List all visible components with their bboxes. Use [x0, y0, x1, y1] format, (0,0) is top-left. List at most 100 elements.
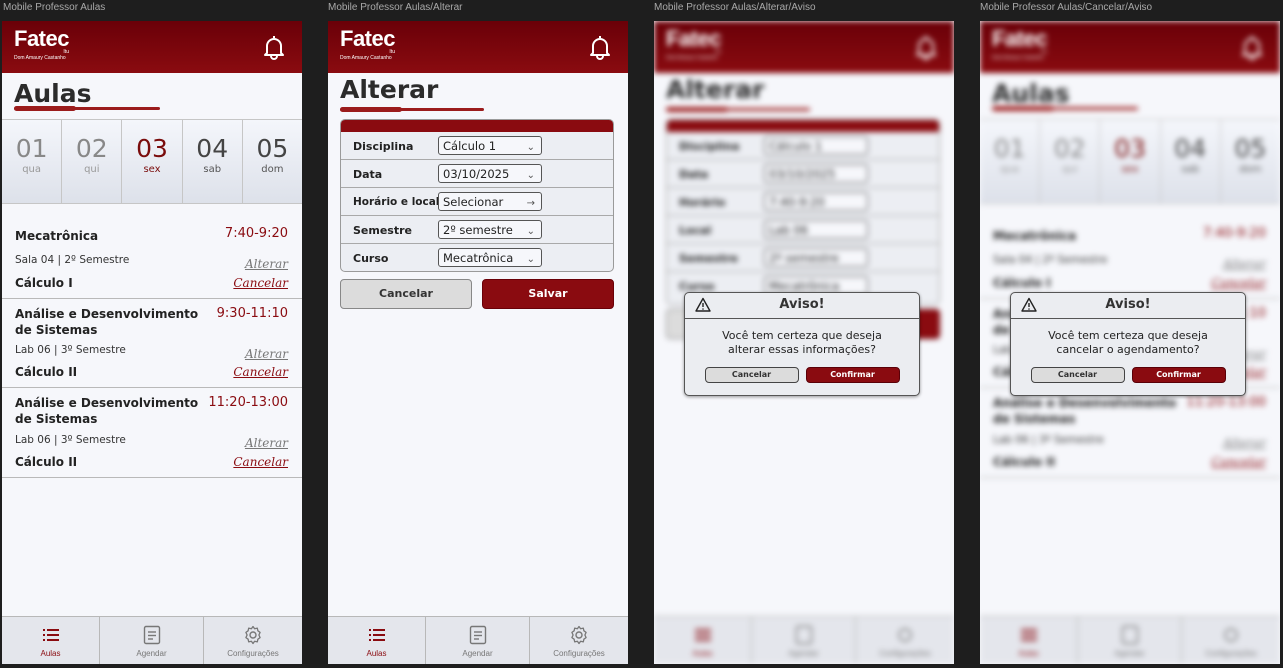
list-icon — [1020, 629, 1037, 641]
confirm-dialog: Aviso! Você tem certeza que deseja cancel… — [1010, 292, 1246, 396]
bell-icon[interactable] — [588, 34, 612, 60]
course-name: Análise e Desenvolvimentode Sistemas — [15, 307, 199, 337]
bell-icon[interactable] — [262, 34, 286, 60]
subject-name: Cálculo I — [993, 276, 1051, 290]
save-button[interactable]: Salvar — [482, 279, 614, 309]
title-underline — [666, 107, 810, 112]
alter-link[interactable]: Alterar — [245, 257, 288, 271]
gear-icon — [1224, 628, 1238, 642]
cancel-link[interactable]: Cancelar — [233, 365, 288, 379]
dialog-message: Você tem certeza que deseja alterar essas… — [722, 329, 882, 356]
class-time: 7:40-9:20 — [224, 226, 288, 241]
semestre-select[interactable]: 2º semestre ⌄ — [438, 220, 542, 239]
page-title: Alterar — [340, 75, 439, 104]
day-item-selected[interactable]: 03 sex — [122, 120, 183, 203]
list-icon — [368, 629, 385, 641]
day-selector: 01 qua 02 qui 03 sex 04 sab 05 dom — [2, 119, 302, 204]
day-item-selected: 03 sex — [1100, 120, 1161, 203]
bell-icon — [1242, 36, 1262, 60]
nav-config[interactable]: Configurações — [530, 617, 628, 664]
fatec-logo: Fatec Itu Dom Amaury Castanho — [340, 26, 395, 62]
data-select: 03/10/2025 — [764, 164, 868, 183]
form-row: Disciplina Cálculo 1 — [667, 132, 939, 160]
disciplina-select: Cálculo 1 — [764, 136, 868, 155]
local-select: Lab 06 — [764, 220, 868, 239]
cancel-link[interactable]: Cancelar — [233, 455, 288, 469]
cancel-link: Cancelar — [1211, 455, 1266, 469]
day-item: 05 dom — [1220, 120, 1280, 203]
subject-name: Cálculo II — [15, 455, 78, 469]
screen-aulas: Fatec Itu Dom Amaury Castanho Aulas 01 qu… — [2, 21, 302, 664]
dialog-cancel-button[interactable]: Cancelar — [1030, 367, 1125, 383]
day-item: 04 sab — [1160, 120, 1221, 203]
screen-alterar-aviso: Fatec Itu Dom Amaury Castanho Alterar Di… — [654, 21, 954, 664]
class-card: Análise e Desenvolvimentode Sistemas 9:3… — [2, 299, 302, 388]
form-row: Semestre 2º semestre — [667, 244, 939, 272]
fatec-logo: Fatec Itu Dom Amaury Castanho — [666, 26, 721, 62]
bottom-nav: Aulas Agendar Configurações — [980, 616, 1280, 664]
day-selector: 01 qua 02 qui 03 sex 04 sab 05 dom — [980, 119, 1280, 204]
bottom-nav: Aulas Agendar Configurações — [328, 616, 628, 664]
day-item[interactable]: 05 dom — [242, 120, 302, 203]
class-card: Análise e Desenvolvimento de Sistemas 11:… — [980, 388, 1280, 478]
nav-aulas: Aulas — [654, 617, 752, 664]
dialog-cancel-button[interactable]: Cancelar — [704, 367, 799, 383]
warning-icon — [1021, 297, 1037, 312]
dialog-confirm-button[interactable]: Confirmar — [805, 367, 900, 383]
cancel-link: Cancelar — [1211, 276, 1266, 290]
frame-label: Mobile Professor Aulas/Alterar/Aviso — [654, 2, 816, 13]
dialog-message: Você tem certeza que deseja cancelar o ag… — [1048, 329, 1208, 356]
day-item: 01 qua — [980, 120, 1041, 203]
dialog-confirm-button[interactable]: Confirmar — [1131, 367, 1226, 383]
fatec-logo: Fatec Itu Dom Amaury Castanho — [992, 26, 1047, 62]
title-underline — [992, 106, 1138, 111]
app-header: Fatec Itu Dom Amaury Castanho — [980, 21, 1280, 73]
alter-link[interactable]: Alterar — [245, 347, 288, 361]
list-icon — [42, 629, 59, 641]
gear-icon — [898, 628, 912, 642]
frame-label: Mobile Professor Aulas/Alterar — [328, 2, 463, 13]
bottom-nav: Aulas Agendar Configurações — [654, 616, 954, 664]
class-list: Mecatrônica 7:40-9:20 Sala 04 | 2º Semes… — [2, 204, 302, 478]
class-room: Lab 06 | 3º Semestre — [15, 434, 126, 446]
nav-aulas[interactable]: Aulas — [328, 617, 426, 664]
edit-form: Disciplina Cálculo 1 ⌄ Data 03/10/2025 ⌄ Hor… — [340, 119, 614, 272]
cancel-button[interactable]: Cancelar — [340, 279, 472, 309]
class-room: Sala 04 | 2º Semestre — [993, 254, 1108, 266]
nav-agendar[interactable]: Agendar — [426, 617, 530, 664]
class-card: Análise e Desenvolvimento de Sistemas 11:… — [2, 388, 302, 478]
day-item: 02 qui — [1040, 120, 1101, 203]
form-row: Curso Mecatrônica ⌄ — [341, 244, 613, 271]
day-item[interactable]: 02 qui — [62, 120, 123, 203]
form-row: Horário 7:40-9:20 — [667, 188, 939, 216]
form-icon — [795, 625, 812, 645]
data-select[interactable]: 03/10/2025 ⌄ — [438, 164, 542, 183]
form-icon — [469, 625, 486, 645]
form-row: Horário e local Selecionar → — [341, 188, 613, 216]
subject-name: Cálculo II — [15, 365, 78, 379]
arrow-right-icon: → — [526, 198, 535, 209]
nav-aulas[interactable]: Aulas — [2, 617, 100, 664]
horario-select: 7:40-9:20 — [764, 192, 868, 211]
nav-config[interactable]: Configurações — [204, 617, 302, 664]
subject-name: Cálculo I — [15, 276, 73, 290]
fatec-logo: Fatec Itu Dom Amaury Castanho — [14, 26, 69, 62]
day-item[interactable]: 04 sab — [182, 120, 243, 203]
screen-alterar: Fatec Itu Dom Amaury Castanho Alterar Di… — [328, 21, 628, 664]
nav-config: Configurações — [856, 617, 954, 664]
course-name: Mecatrônica — [15, 229, 99, 243]
warning-icon — [695, 297, 711, 312]
alter-link[interactable]: Alterar — [245, 436, 288, 450]
cancel-link[interactable]: Cancelar — [233, 276, 288, 290]
nav-agendar[interactable]: Agendar — [100, 617, 204, 664]
confirm-dialog: Aviso! Você tem certeza que deseja altera… — [684, 292, 920, 396]
gear-icon — [245, 625, 261, 645]
course-name: Análise e Desenvolvimentode Sistemas — [993, 396, 1177, 426]
frame-label: Mobile Professor Aulas/Cancelar/Aviso — [980, 2, 1153, 13]
class-time: 7:40-9:20 — [1202, 226, 1266, 241]
horario-local-select[interactable]: Selecionar → — [438, 192, 542, 211]
curso-select[interactable]: Mecatrônica ⌄ — [438, 248, 542, 267]
form-row: Data 03/10/2025 — [667, 160, 939, 188]
disciplina-select[interactable]: Cálculo 1 ⌄ — [438, 136, 542, 155]
day-item[interactable]: 01 qua — [2, 120, 63, 203]
